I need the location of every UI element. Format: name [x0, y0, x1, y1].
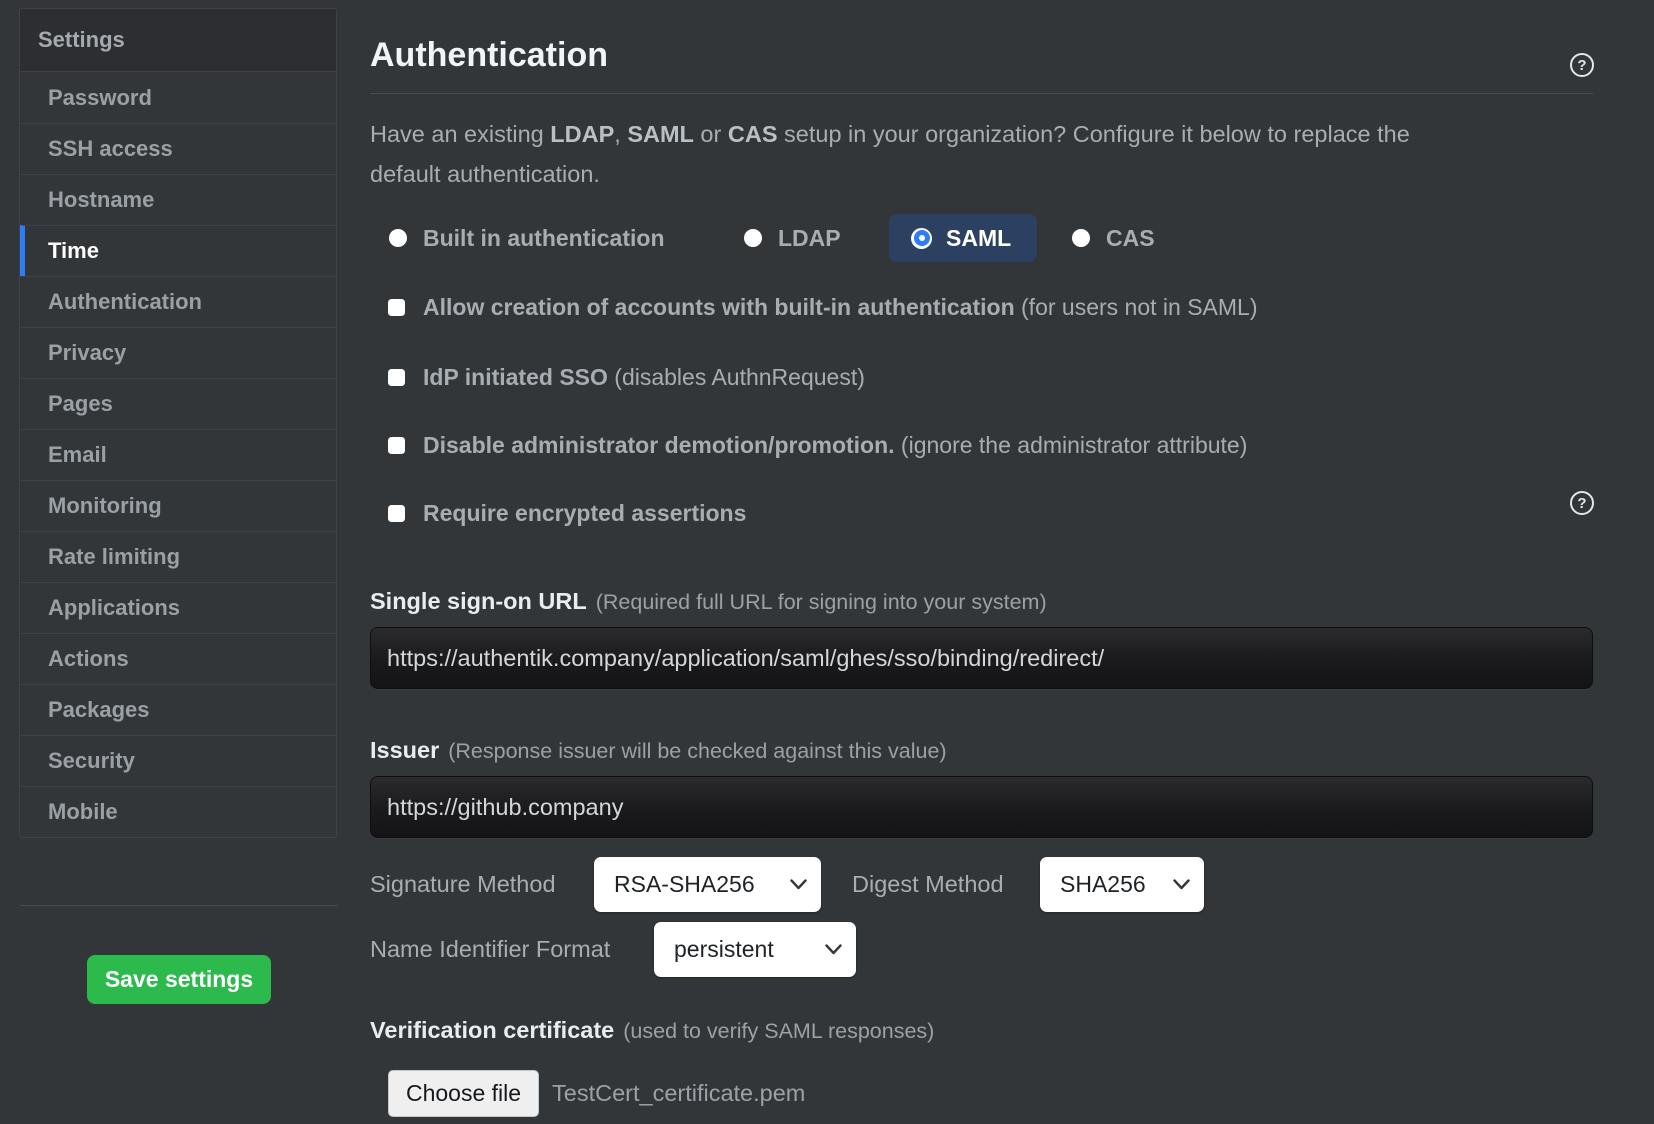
sidebar-item-monitoring[interactable]: Monitoring: [20, 480, 336, 531]
checkbox-row-idp-initiated-sso: IdP initiated SSO (disables AuthnRequest…: [388, 362, 865, 392]
sidebar-item-privacy[interactable]: Privacy: [20, 327, 336, 378]
checkbox-label: Disable administrator demotion/promotion…: [423, 432, 1247, 459]
checkbox-label: Require encrypted assertions: [423, 500, 746, 527]
save-settings-button[interactable]: Save settings: [87, 955, 271, 1004]
help-icon[interactable]: ?: [1570, 53, 1594, 77]
checkbox[interactable]: [388, 299, 405, 316]
sidebar-item-rate-limiting[interactable]: Rate limiting: [20, 531, 336, 582]
sidebar-item-label: SSH access: [48, 136, 173, 162]
sidebar-item-mobile[interactable]: Mobile: [20, 786, 336, 837]
sidebar-item-label: Applications: [48, 595, 180, 621]
name-identifier-format-select[interactable]: persistent: [654, 922, 856, 977]
chevron-down-icon: [790, 879, 807, 890]
sidebar-item-email[interactable]: Email: [20, 429, 336, 480]
checkbox-label: Allow creation of accounts with built-in…: [423, 294, 1257, 321]
sidebar-title: Settings: [20, 9, 336, 72]
checkbox-row-disable-administrator-demotion-promotion: Disable administrator demotion/promotion…: [388, 430, 1247, 460]
checkbox[interactable]: [388, 437, 405, 454]
sidebar-item-label: Mobile: [48, 799, 118, 825]
sidebar-item-label: Hostname: [48, 187, 154, 213]
sidebar-item-label: Pages: [48, 391, 113, 417]
radio-label: LDAP: [778, 225, 841, 252]
sidebar-item-label: Password: [48, 85, 152, 111]
sidebar-item-security[interactable]: Security: [20, 735, 336, 786]
intro-text: Have an existing LDAP, SAML or CAS setup…: [370, 114, 1550, 194]
radio-label: CAS: [1106, 225, 1155, 252]
sidebar-item-pages[interactable]: Pages: [20, 378, 336, 429]
section-divider: [370, 93, 1593, 94]
radio-label: SAML: [946, 225, 1011, 252]
authentication-settings-page: { "colors": { "accent_blue": "#2e7cf6", …: [0, 0, 1654, 1124]
signature-method-value: RSA-SHA256: [614, 871, 755, 898]
name-identifier-format-label: Name Identifier Format: [370, 922, 610, 977]
sidebar-item-password[interactable]: Password: [20, 72, 336, 123]
sidebar-item-label: Email: [48, 442, 107, 468]
checkbox-label: IdP initiated SSO (disables AuthnRequest…: [423, 364, 865, 391]
radio-icon[interactable]: [911, 228, 932, 249]
radio-option-cas[interactable]: CAS: [1072, 214, 1155, 262]
radio-option-saml[interactable]: SAML: [889, 214, 1037, 262]
sidebar-item-authentication[interactable]: Authentication: [20, 276, 336, 327]
sidebar-item-label: Monitoring: [48, 493, 162, 519]
page-title: Authentication: [370, 36, 608, 75]
radio-option-ldap[interactable]: LDAP: [744, 214, 841, 262]
radio-icon[interactable]: [389, 229, 407, 247]
radio-icon[interactable]: [1072, 229, 1090, 247]
radio-icon[interactable]: [744, 229, 762, 247]
sidebar-item-time[interactable]: Time: [20, 225, 336, 276]
verification-certificate-label: Verification certificate (used to verify…: [370, 1017, 934, 1047]
sidebar-item-label: Actions: [48, 646, 129, 672]
name-identifier-format-value: persistent: [674, 936, 774, 963]
sidebar-divider: [20, 905, 337, 906]
sidebar-item-label: Rate limiting: [48, 544, 180, 570]
digest-method-label: Digest Method: [852, 857, 1004, 912]
signature-method-select[interactable]: RSA-SHA256: [594, 857, 821, 912]
sidebar-item-list: Password SSH access Hostname Time Authentica…: [20, 72, 336, 837]
sso-url-input[interactable]: https://authentik.company/application/sa…: [370, 627, 1593, 689]
sidebar-item-label: Authentication: [48, 289, 202, 315]
checkbox-row-require-encrypted-assertions: Require encrypted assertions: [388, 498, 746, 528]
issuer-input[interactable]: https://github.company: [370, 776, 1593, 838]
sidebar-item-label: Packages: [48, 697, 150, 723]
checkbox-row-allow-creation-of-accounts-with-built-in: Allow creation of accounts with built-in…: [388, 292, 1257, 322]
help-icon[interactable]: ?: [1570, 491, 1594, 515]
chevron-down-icon: [1173, 879, 1190, 890]
sidebar-item-label: Time: [48, 238, 99, 264]
sso-url-label: Single sign-on URL (Required full URL fo…: [370, 588, 1047, 618]
radio-option-built-in-authentication[interactable]: Built in authentication: [389, 214, 665, 262]
issuer-label: Issuer (Response issuer will be checked …: [370, 737, 947, 767]
sidebar-item-hostname[interactable]: Hostname: [20, 174, 336, 225]
digest-method-value: SHA256: [1060, 871, 1146, 898]
radio-label: Built in authentication: [423, 225, 665, 252]
settings-sidebar: Settings Password SSH access Hostname Time A…: [19, 8, 337, 838]
digest-method-select[interactable]: SHA256: [1040, 857, 1204, 912]
chevron-down-icon: [825, 944, 842, 955]
sidebar-item-ssh-access[interactable]: SSH access: [20, 123, 336, 174]
sidebar-item-label: Privacy: [48, 340, 126, 366]
sidebar-item-applications[interactable]: Applications: [20, 582, 336, 633]
sidebar-item-packages[interactable]: Packages: [20, 684, 336, 735]
certificate-filename: TestCert_certificate.pem: [552, 1070, 805, 1117]
checkbox[interactable]: [388, 369, 405, 386]
sidebar-item-actions[interactable]: Actions: [20, 633, 336, 684]
checkbox[interactable]: [388, 505, 405, 522]
sidebar-item-label: Security: [48, 748, 135, 774]
choose-file-button[interactable]: Choose file: [388, 1070, 539, 1117]
signature-method-label: Signature Method: [370, 857, 556, 912]
